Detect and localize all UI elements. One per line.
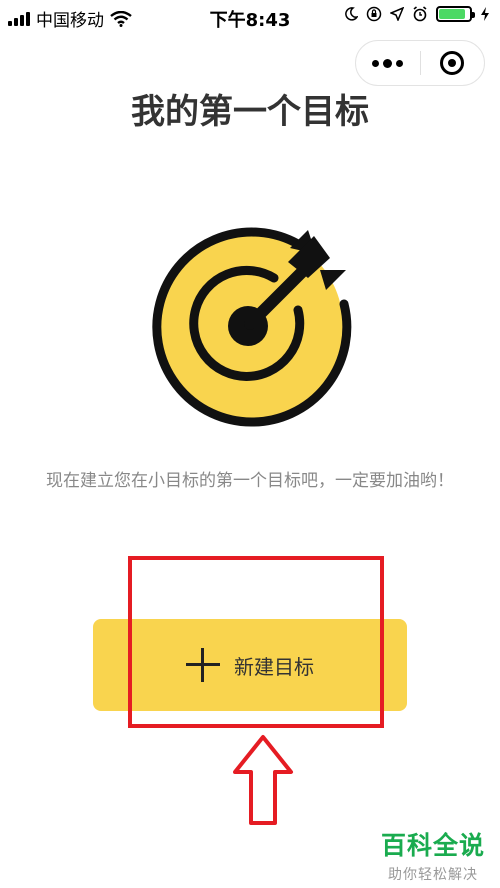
rotation-lock-icon xyxy=(366,6,382,22)
status-right xyxy=(344,6,490,22)
watermark-sub: 助你轻松解决 xyxy=(388,867,478,883)
watermark-main: 百科全说 xyxy=(380,831,485,860)
watermark: 百科全说 助你轻松解决 xyxy=(374,826,492,884)
location-icon xyxy=(390,7,404,21)
page-title: 我的第一个目标 xyxy=(131,92,369,132)
status-bar: 中国移动 下午8:43 xyxy=(0,0,500,34)
battery-icon xyxy=(436,6,475,22)
description-text: 现在建立您在小目标的第一个目标吧，一定要加油哟！ xyxy=(46,471,454,491)
annotation-highlight-box xyxy=(128,556,384,728)
more-dots-icon[interactable] xyxy=(356,41,420,85)
battery-fill xyxy=(439,9,465,19)
alarm-icon xyxy=(413,6,427,22)
target-icon xyxy=(152,227,352,427)
moon-icon xyxy=(345,7,358,21)
charging-icon xyxy=(481,7,489,21)
miniprogram-capsule xyxy=(355,40,485,86)
up-arrow-annotation-icon xyxy=(233,735,293,825)
circle-close-icon[interactable] xyxy=(421,41,485,85)
